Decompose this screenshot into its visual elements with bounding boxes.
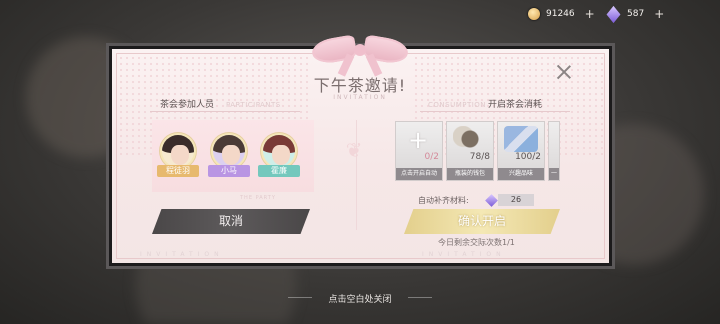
gem-amount: 587 xyxy=(627,9,645,19)
consumption-item[interactable]: 100/2 兴趣品味 xyxy=(497,121,545,181)
avatar xyxy=(160,133,196,169)
item-label: 一 xyxy=(549,168,559,180)
add-gold-button[interactable]: + xyxy=(585,7,595,21)
participant-card[interactable]: 霍廉 xyxy=(258,133,300,181)
cancel-button[interactable]: 取消 xyxy=(152,209,310,234)
participant-card[interactable]: 小马 xyxy=(208,133,250,181)
consumption-heading: 开启茶会消耗 xyxy=(488,100,543,110)
item-label: 点击开启自动 xyxy=(396,168,442,180)
wallet-icon xyxy=(453,126,487,152)
dialog-title-en: INVITATION xyxy=(333,94,387,101)
participant-name: 小马 xyxy=(208,165,250,177)
gold-currency: 91246 + xyxy=(528,6,595,22)
footer-text-left: INVITATION xyxy=(140,251,224,258)
item-label: 瓶装的钱包 xyxy=(447,168,493,180)
participants-heading: 茶会参加人员 xyxy=(160,100,215,110)
item-count: 0/2 xyxy=(424,152,439,162)
add-icon: + xyxy=(408,126,429,154)
add-gem-button[interactable]: + xyxy=(654,7,664,21)
remaining-count: 今日剩余交际次数1/1 xyxy=(438,238,515,247)
participant-name: 霍廉 xyxy=(258,165,300,177)
close-icon[interactable] xyxy=(556,64,572,80)
participant-name: 程徒羽 xyxy=(157,165,199,177)
divider xyxy=(150,111,300,112)
confirm-start-button[interactable]: 确认开启 xyxy=(404,209,560,234)
item-count: 100/2 xyxy=(515,152,541,162)
butterfly-icon: ❦ xyxy=(345,138,363,162)
gold-amount: 91246 xyxy=(546,9,575,19)
participant-card[interactable]: 程徒羽 xyxy=(157,133,199,181)
participants-heading-en: PARTICIPANTS xyxy=(226,101,281,109)
consumption-item[interactable]: 78/8 瓶装的钱包 xyxy=(446,121,494,181)
item-count: 78/8 xyxy=(469,152,490,162)
consumption-heading-en: CONSUMPTION xyxy=(428,101,487,109)
consumption-item[interactable]: 一 xyxy=(548,121,560,181)
footer-text-right: INVITATION xyxy=(422,251,506,258)
divider xyxy=(420,111,570,112)
consumption-item[interactable]: + 0/2 点击开启自动 xyxy=(395,121,443,181)
ribbon-bow-icon xyxy=(310,34,410,77)
gem-currency: 587 + xyxy=(606,5,664,23)
auto-fill-label: 自动补齐材料: xyxy=(418,196,469,205)
auto-fill-value: 26 xyxy=(498,194,534,206)
avatar xyxy=(211,133,247,169)
dialog-title: 下午茶邀请! xyxy=(313,76,407,95)
item-label: 兴趣品味 xyxy=(498,168,544,180)
gold-coin-icon xyxy=(528,8,540,20)
party-label-en: THE PARTY xyxy=(240,195,276,201)
close-hint[interactable]: 点击空白处关闭 xyxy=(0,292,720,305)
avatar xyxy=(261,133,297,169)
center-divider xyxy=(356,120,357,230)
album-icon xyxy=(504,126,538,152)
purple-gem-icon xyxy=(606,5,621,23)
